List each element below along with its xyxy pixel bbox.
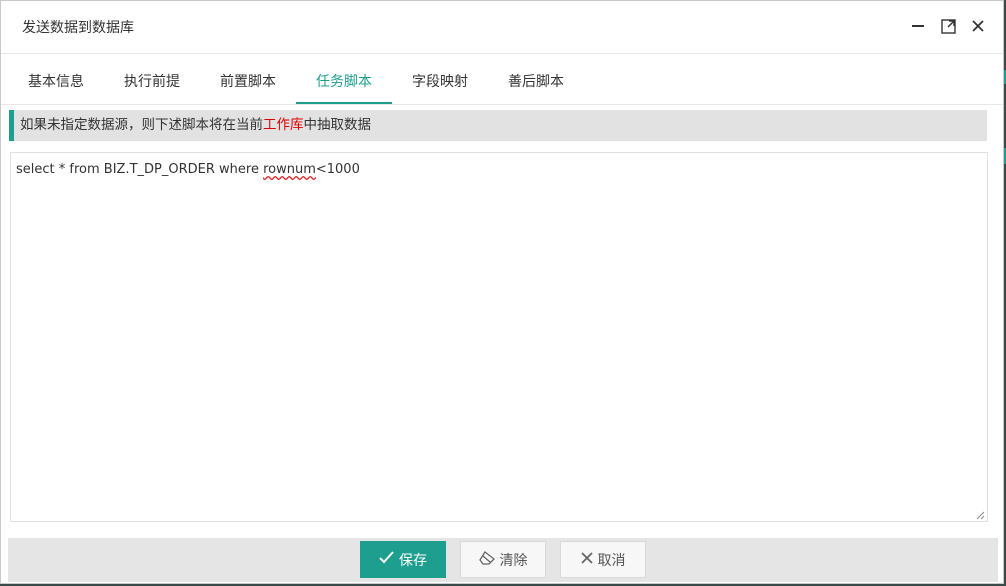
minimize-icon[interactable] — [909, 17, 927, 35]
tab-bar: 基本信息 执行前提 前置脚本 任务脚本 字段映射 善后脚本 — [1, 61, 1003, 105]
notice-banner: 如果未指定数据源，则下述脚本将在当前工作库中抽取数据 — [9, 110, 987, 141]
maximize-icon[interactable] — [939, 17, 957, 35]
resize-handle-icon[interactable] — [975, 509, 985, 520]
tab-field-mapping[interactable]: 字段映射 — [392, 61, 488, 104]
notice-prefix: 如果未指定数据源，则下述脚本将在当前 — [20, 117, 263, 133]
cancel-label: 取消 — [597, 552, 626, 569]
tab-pre-script[interactable]: 前置脚本 — [200, 61, 296, 104]
cancel-button[interactable]: 取消 — [560, 541, 646, 578]
save-label: 保存 — [399, 552, 427, 569]
tab-basic-info[interactable]: 基本信息 — [8, 61, 104, 104]
check-icon — [379, 551, 394, 568]
script-text: select * from BIZ.T_DP_ORDER where — [16, 162, 264, 177]
spellcheck-word: rownum — [263, 162, 316, 177]
dialog-footer: 保存 清除 取消 — [8, 538, 998, 582]
clear-button[interactable]: 清除 — [460, 541, 546, 578]
tab-preconditions[interactable]: 执行前提 — [104, 61, 200, 104]
eraser-icon — [478, 550, 495, 569]
window-controls — [909, 17, 987, 35]
notice-highlight: 工作库 — [263, 117, 304, 133]
tab-post-script[interactable]: 善后脚本 — [488, 61, 584, 104]
script-editor[interactable]: select * from BIZ.T_DP_ORDER where rownu… — [10, 152, 988, 522]
dialog-titlebar[interactable]: 发送数据到数据库 — [1, 1, 1003, 54]
tab-task-script[interactable]: 任务脚本 — [296, 61, 392, 104]
clear-label: 清除 — [499, 552, 528, 569]
notice-suffix: 中抽取数据 — [303, 117, 372, 133]
dialog-title: 发送数据到数据库 — [22, 20, 134, 36]
dialog-window: 发送数据到数据库 基本信息 执行前提 前置脚本 任务脚本 字段映射 善后脚本 如… — [0, 0, 1004, 584]
save-button[interactable]: 保存 — [360, 541, 446, 578]
script-text-tail: <1000 — [315, 162, 360, 177]
x-icon — [580, 551, 593, 568]
close-icon[interactable] — [969, 17, 987, 35]
